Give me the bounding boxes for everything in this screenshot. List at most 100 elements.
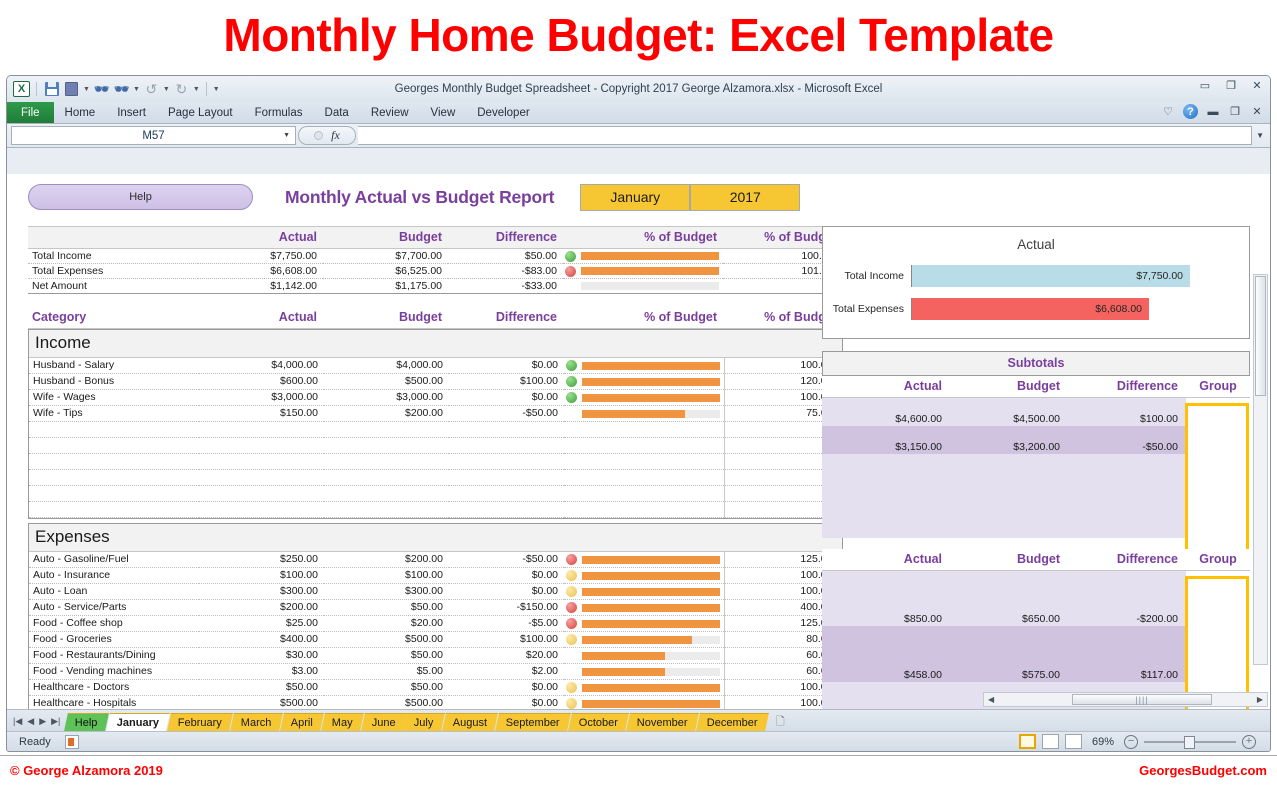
scroll-left-icon[interactable]: ◀ (988, 695, 994, 704)
tab-formulas[interactable]: Formulas (244, 102, 314, 123)
databar-track (582, 603, 720, 612)
worksheet-area[interactable]: Help Monthly Actual vs Budget Report Jan… (7, 174, 1270, 709)
ribbon-right-controls[interactable]: ♡ ? ▬ ❐ ✕ (1161, 104, 1264, 119)
page-layout-view-icon[interactable] (1041, 734, 1059, 749)
undo-chevron-icon[interactable]: ▼ (163, 86, 170, 93)
empty-cell (29, 453, 199, 470)
sheet-tab-april[interactable]: April (279, 713, 324, 731)
undo-icon[interactable]: ↺ (143, 81, 160, 98)
expense-row: Food - Vending machines $3.00 $5.00 $2.00 60… (29, 663, 842, 680)
horizontal-scrollbar[interactable]: ◀ |||| ▶ (983, 692, 1268, 707)
sheet-tab-december[interactable]: December (696, 713, 769, 731)
sheet-tab-january[interactable]: January (106, 713, 171, 731)
sheet-tab-september[interactable]: September (495, 713, 571, 731)
sheet-tab-march[interactable]: March (230, 713, 283, 731)
last-sheet-icon[interactable]: ▶| (51, 716, 60, 727)
status-right-controls[interactable]: 69% − + (1018, 734, 1264, 749)
row-actual: $4,000.00 (199, 358, 324, 374)
empty-cell (564, 485, 724, 502)
help-button[interactable]: Help (28, 184, 253, 210)
tab-data[interactable]: Data (314, 102, 360, 123)
insert-function-icon[interactable]: fx (331, 128, 340, 143)
year-cell[interactable]: 2017 (690, 183, 801, 211)
page-break-view-icon[interactable] (1064, 734, 1082, 749)
window-controls[interactable]: ▭ ❐ ✕ (1198, 79, 1264, 92)
next-sheet-icon[interactable]: ▶ (39, 716, 46, 727)
formula-bar[interactable]: M57 ▼ fx ▼ (7, 124, 1270, 148)
row-actual: $3.00 (199, 663, 324, 680)
status-indicator-green-icon (565, 250, 576, 262)
restore-window-icon[interactable]: ❐ (1228, 105, 1242, 118)
formula-controls[interactable]: fx (298, 126, 356, 145)
minimize-icon[interactable]: ▭ (1198, 79, 1212, 92)
vertical-scrollbar[interactable] (1253, 274, 1268, 665)
heart-icon[interactable]: ♡ (1161, 105, 1175, 118)
ribbon-tab-bar[interactable]: File Home Insert Page Layout Formulas Da… (7, 102, 1270, 124)
first-sheet-icon[interactable]: |◀ (13, 716, 22, 727)
close-icon[interactable]: ✕ (1250, 79, 1264, 92)
help-icon[interactable]: ? (1183, 104, 1198, 119)
zoom-slider[interactable] (1144, 735, 1236, 749)
minimize-ribbon-icon[interactable]: ▬ (1206, 106, 1220, 118)
save-icon[interactable] (43, 81, 60, 98)
expense-subtotals-header: Actual Budget Difference Group (822, 548, 1250, 571)
sheet-tab-june[interactable]: June (360, 713, 407, 731)
pct-bar-cell (564, 663, 724, 680)
row-budget: $1,175.00 (323, 278, 448, 294)
tab-page-layout[interactable]: Page Layout (157, 102, 244, 123)
databar-track (582, 361, 720, 370)
name-box-chevron-icon[interactable]: ▼ (283, 132, 290, 139)
subtotal-budget (950, 626, 1068, 640)
sheet-tab-october[interactable]: October (568, 713, 630, 731)
sheet-tab-february[interactable]: February (167, 713, 234, 731)
redo-icon[interactable]: ↻ (173, 81, 190, 98)
tab-home[interactable]: Home (54, 102, 107, 123)
zoom-in-icon[interactable]: + (1242, 734, 1256, 749)
chevron-down-icon-2[interactable]: ▼ (133, 86, 140, 93)
name-box[interactable]: M57 ▼ (11, 126, 296, 145)
vertical-scroll-thumb[interactable] (1255, 276, 1266, 396)
zoom-slider-thumb[interactable] (1184, 735, 1195, 749)
formula-input[interactable] (358, 126, 1252, 145)
maximize-icon[interactable]: ❐ (1224, 79, 1238, 92)
insert-worksheet-icon[interactable]: 🗋 (766, 713, 795, 731)
fx-button-group[interactable]: fx (298, 126, 356, 145)
tab-developer[interactable]: Developer (466, 102, 540, 123)
find-icon[interactable]: 🕶 (93, 81, 110, 98)
macro-record-icon[interactable] (64, 734, 79, 749)
chevron-down-icon[interactable]: ▼ (83, 86, 90, 93)
expand-formula-bar-icon[interactable]: ▼ (1256, 131, 1264, 140)
tab-file[interactable]: File (7, 102, 54, 123)
sheet-tab-july[interactable]: July (403, 713, 445, 731)
summary-row: Total Income $7,750.00 $7,700.00 $50.00 100.… (28, 248, 843, 264)
subtotal-budget: $575.00 (1022, 669, 1060, 681)
footer-site[interactable]: GeorgesBudget.com (1139, 763, 1267, 778)
sheet-tab-help[interactable]: Help (64, 713, 109, 731)
find-next-icon[interactable]: 🕶 (113, 81, 130, 98)
customize-qat-icon[interactable]: ▼ (213, 86, 220, 93)
quick-access-toolbar[interactable]: X ▼ 🕶 🕶 ▼ ↺ ▼ ↻ ▼ ▼ (7, 81, 220, 98)
tab-review[interactable]: Review (360, 102, 420, 123)
redo-chevron-icon[interactable]: ▼ (193, 86, 200, 93)
calculator-icon[interactable] (63, 81, 80, 98)
row-budget: $20.00 (324, 615, 449, 632)
month-cell[interactable]: January (580, 183, 691, 211)
close-workbook-icon[interactable]: ✕ (1250, 105, 1264, 118)
sheet-tab-may[interactable]: May (320, 713, 364, 731)
scroll-right-icon[interactable]: ▶ (1257, 695, 1263, 704)
subtotal-difference (1068, 482, 1186, 496)
prev-sheet-icon[interactable]: ◀ (27, 716, 34, 727)
cancel-entry-icon[interactable] (314, 131, 324, 140)
subtotal-header-difference-2: Difference (1068, 548, 1186, 571)
sheet-tab-bar[interactable]: |◀ ◀ ▶ ▶| Help January February March April M… (7, 709, 1270, 731)
sheet-tab-august[interactable]: August (442, 713, 499, 731)
zoom-level-label[interactable]: 69% (1092, 736, 1114, 748)
sheet-tab-november[interactable]: November (626, 713, 699, 731)
normal-view-icon[interactable] (1018, 734, 1036, 749)
sheet-nav-buttons[interactable]: |◀ ◀ ▶ ▶| (11, 716, 66, 731)
horizontal-scroll-thumb[interactable]: |||| (1072, 694, 1212, 705)
zoom-out-icon[interactable]: − (1124, 734, 1138, 749)
tab-view[interactable]: View (420, 102, 467, 123)
row-label: Net Amount (28, 278, 198, 294)
tab-insert[interactable]: Insert (106, 102, 157, 123)
